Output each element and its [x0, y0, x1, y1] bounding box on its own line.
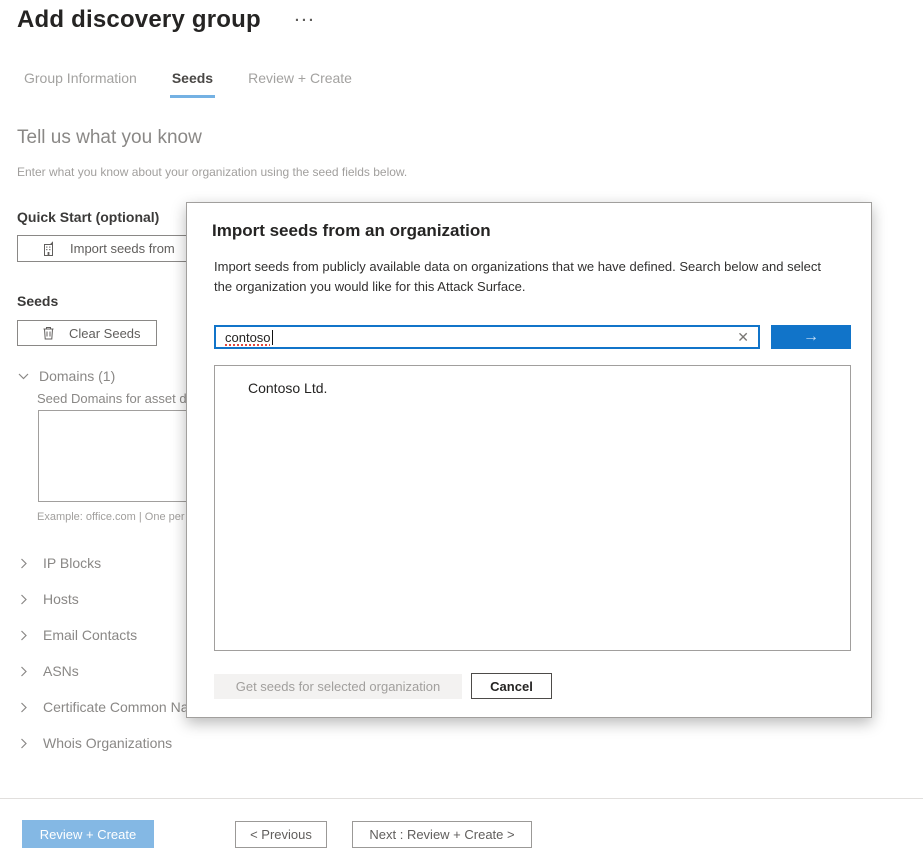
section-label: ASNs — [43, 663, 79, 679]
wizard-footer: Review + Create < Previous Next : Review… — [0, 798, 923, 848]
domains-section-label: Domains (1) — [39, 368, 116, 384]
add-discovery-group-page: Add discovery group ··· Group Informatio… — [0, 0, 923, 862]
tab-review-create[interactable]: Review + Create — [246, 70, 354, 98]
chevron-right-icon — [17, 737, 30, 750]
section-heading: Tell us what you know — [17, 127, 202, 148]
page-title: Add discovery group — [17, 6, 261, 33]
next-button[interactable]: Next : Review + Create > — [352, 820, 532, 848]
chevron-right-icon — [17, 629, 30, 642]
arrow-right-icon: → — [803, 328, 819, 345]
tab-group-information[interactable]: Group Information — [22, 70, 139, 98]
clear-seeds-button-label: Clear Seeds — [69, 325, 141, 341]
section-description: Enter what you know about your organizat… — [17, 165, 408, 179]
dialog-description: Import seeds from publicly available dat… — [214, 259, 822, 294]
chevron-right-icon — [17, 557, 30, 570]
building-icon — [41, 240, 57, 257]
section-label: IP Blocks — [43, 555, 102, 571]
tab-seeds[interactable]: Seeds — [169, 70, 216, 98]
clear-search-button[interactable]: ✕ — [737, 330, 749, 344]
page-header: Add discovery group ··· — [0, 0, 923, 34]
close-icon: ✕ — [737, 329, 749, 345]
previous-button[interactable]: < Previous — [235, 820, 327, 848]
dialog-footer: Get seeds for selected organization Canc… — [214, 673, 552, 699]
import-seeds-button-label: Import seeds from — [70, 241, 175, 256]
wizard-tabs: Group Information Seeds Review + Create — [22, 70, 923, 98]
chevron-right-icon — [17, 593, 30, 606]
dialog-title: Import seeds from an organization — [212, 221, 491, 240]
chevron-right-icon — [17, 665, 30, 678]
chevron-right-icon — [17, 701, 30, 714]
search-submit-button[interactable]: → — [771, 325, 851, 349]
more-options-button[interactable]: ··· — [289, 12, 322, 29]
review-create-button[interactable]: Review + Create — [22, 820, 154, 848]
organization-results-list: Contoso Ltd. — [214, 365, 851, 651]
section-label: Whois Organizations — [43, 735, 173, 751]
trash-icon — [41, 325, 56, 341]
import-seeds-dialog: Import seeds from an organization Import… — [186, 202, 872, 718]
section-label: Certificate Common Name — [43, 699, 208, 715]
organization-search-row: contoso ✕ — [214, 325, 760, 349]
search-input-value: contoso — [225, 329, 271, 345]
clear-seeds-button[interactable]: Clear Seeds — [17, 320, 157, 346]
whois-organizations-section-toggle[interactable]: Whois Organizations — [17, 725, 923, 761]
ellipsis-icon: ··· — [294, 12, 316, 29]
section-label: Hosts — [43, 591, 79, 607]
get-seeds-button[interactable]: Get seeds for selected organization — [214, 673, 462, 699]
section-label: Email Contacts — [43, 627, 138, 643]
organization-search-input[interactable]: contoso ✕ — [214, 325, 760, 349]
organization-result-contoso[interactable]: Contoso Ltd. — [248, 380, 850, 396]
cancel-button[interactable]: Cancel — [471, 673, 552, 699]
text-cursor — [271, 329, 273, 345]
chevron-down-icon — [17, 370, 30, 383]
